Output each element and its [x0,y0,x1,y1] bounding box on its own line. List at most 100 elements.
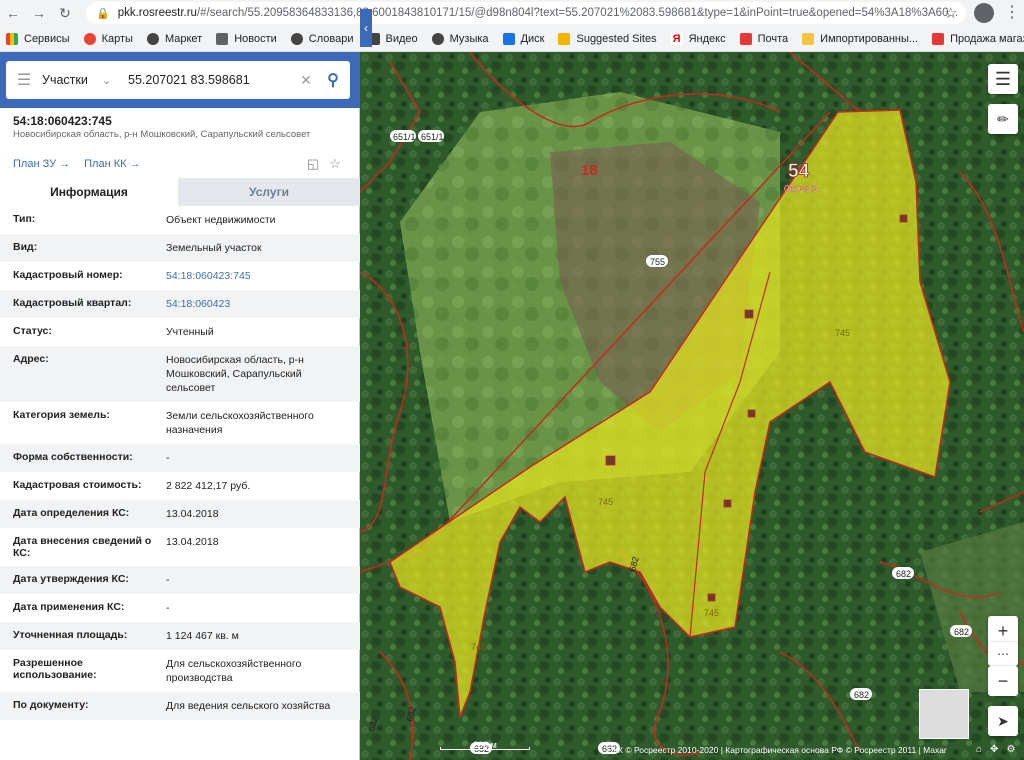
url-host: pkk.rosreestr.ru [117,7,197,19]
tab-info[interactable]: Информация [0,178,178,206]
parcel-label: 745 [471,642,486,652]
zoom-more-button[interactable]: ⋯ [988,642,1018,666]
parcel-label: 682 [954,627,969,637]
zoom-to-object-icon[interactable]: ◱ [307,156,319,172]
map-copyright: ПКК © Росреестр 2010-2020 | Картографиче… [607,745,947,755]
parcel-label: 682 [896,569,911,579]
table-row: Кадастровая стоимость: 2 822 412,17 руб. [13,479,251,492]
back-icon[interactable]: ← [0,0,26,26]
minimap[interactable] [919,689,969,739]
info-panel: ☰ Участки ⌄ 55.207021 83.598681 ✕ ⚲ 54:1… [0,52,360,760]
cadastral-number-link[interactable]: 54:18:060423:745 [166,269,346,283]
bing-icon [558,32,571,45]
bookmark-shop-sale[interactable]: Продажа магазино... [932,32,1024,45]
globe-icon [431,32,444,45]
bookmark-suggested[interactable]: Suggested Sites [558,32,657,45]
zoom-out-button[interactable]: − [988,666,1018,696]
bookmark-maps[interactable]: Карты [83,32,133,45]
search-box: ☰ Участки ⌄ 55.207021 83.598681 ✕ ⚲ [6,61,350,99]
parcel-label: 651/1 [393,132,416,142]
lock-icon: 🔒 [96,7,110,20]
table-row: Уточненная площадь: 1 124 467 кв. м [0,622,360,650]
bookmark-services[interactable]: Сервисы [6,32,70,45]
bookmarks-bar: Сервисы Карты Маркет Новости Словари Вид… [0,26,1024,52]
map-canvas[interactable]: 651/1 651/1 18 54 060423 755 745 745 745… [360,52,1024,760]
table-row: Адрес: Новосибирская область, р-н Мошковс… [0,346,360,402]
plus-icon [932,32,945,45]
region-label: 54 [788,161,810,182]
plan-kk-link[interactable]: План КК → [84,158,140,170]
chevron-down-icon[interactable]: ⌄ [102,74,122,87]
scale-line [440,747,530,750]
more-icon: ⋯ [997,647,1009,661]
profile-avatar[interactable] [974,3,994,23]
map-pin-icon [83,32,96,45]
search-input[interactable]: 55.207021 83.598681 [122,73,296,87]
forward-icon[interactable]: → [26,0,52,26]
satellite-map[interactable]: 651/1 651/1 18 54 060423 755 745 745 745… [360,52,1024,760]
parcel-label: 745 [598,497,613,507]
menu-icon[interactable]: ☰ [6,70,42,90]
table-row: Кадастровый номер: 54:18:060423:745 [0,262,360,290]
parcel-label: 745 [704,608,719,618]
table-row: Дата применения КС: - [13,601,170,614]
bookmark-dictionaries[interactable]: Словари [290,32,354,45]
table-row: Разрешенное использование: Для сельскохоз… [13,657,302,684]
plus-icon: + [997,620,1009,641]
building [747,409,756,418]
table-row: По документу: Для ведения сельского хозяй… [0,692,360,720]
cadastral-quarter-link[interactable]: 54:18:060423 [166,297,346,311]
bookmark-music[interactable]: Музыка [431,32,489,45]
move-icon[interactable]: ✥ [990,744,998,755]
parcel-location: Новосибирская область, р-н Мошковский, С… [13,129,311,140]
url-path: /#/search/55.20958364833136,83.600184381… [196,7,959,19]
favorite-star-icon[interactable]: ☆ [329,156,341,172]
globe-icon [146,32,159,45]
layers-icon: ☰ [994,68,1012,89]
building [605,455,616,466]
browser-menu-icon[interactable]: ⋮ [1004,2,1020,22]
table-row: Категория земель: Земли сельскохозяйствен… [13,409,314,436]
news-icon [216,32,229,45]
parcel-label: 651/1 [421,132,444,142]
attribute-table: Тип: Объект недвижимости Вид: Земельный уч… [0,206,360,720]
parcel-label: 755 [650,257,665,267]
table-row: Дата внесения сведений о КС: 13.04.2018 [13,535,219,559]
table-row: Тип: Объект недвижимости [13,213,276,226]
layers-button[interactable]: ☰ [988,64,1018,94]
bookmark-yandex[interactable]: Я Яндекс [670,32,726,45]
bookmark-star-icon[interactable]: ☆ [944,4,957,22]
reload-icon[interactable]: ↻ [52,0,78,26]
search-icon[interactable]: ⚲ [316,70,350,90]
quarter-label: 18 [581,162,598,179]
tab-services[interactable]: Услуги [178,178,360,206]
table-row: Статус: Учтенный [13,325,214,338]
building [707,593,716,602]
clear-icon[interactable]: ✕ [296,72,316,89]
map-footer-icons: ⌂ ✥ ⚙ [976,744,1015,755]
bookmark-news[interactable]: Новости [216,32,277,45]
bookmark-mail[interactable]: Почта [739,32,788,45]
compass-button[interactable]: ➤ [988,706,1018,736]
scale-bar: 200 м [440,740,530,750]
bookmark-disk[interactable]: Диск [502,32,544,45]
compass-icon: ➤ [997,712,1009,729]
bookmark-market[interactable]: Маркет [146,32,202,45]
url-bar[interactable]: 🔒 pkk.rosreestr.ru /#/search/55.20958364… [86,2,966,24]
panel-tabs: Информация Услуги [0,178,360,206]
measure-button[interactable]: ✏ [988,104,1018,134]
minus-icon: − [997,670,1009,691]
bookmark-video[interactable]: Видео [367,32,418,45]
parcel-label: 682 [854,690,869,700]
apps-icon [6,32,18,45]
home-icon[interactable]: ⌂ [976,744,982,755]
globe-icon [290,32,303,45]
parcel-label: 745 [835,328,850,338]
bookmark-imported[interactable]: Импортированны... [802,32,918,45]
plan-zu-link[interactable]: План ЗУ → [13,158,70,170]
gear-icon[interactable]: ⚙ [1006,744,1015,755]
search-type[interactable]: Участки [42,73,102,87]
ruler-icon: ✏ [997,110,1009,127]
collapse-panel-button[interactable]: ‹ [360,9,372,47]
table-row: Дата определения КС: 13.04.2018 [0,500,360,528]
